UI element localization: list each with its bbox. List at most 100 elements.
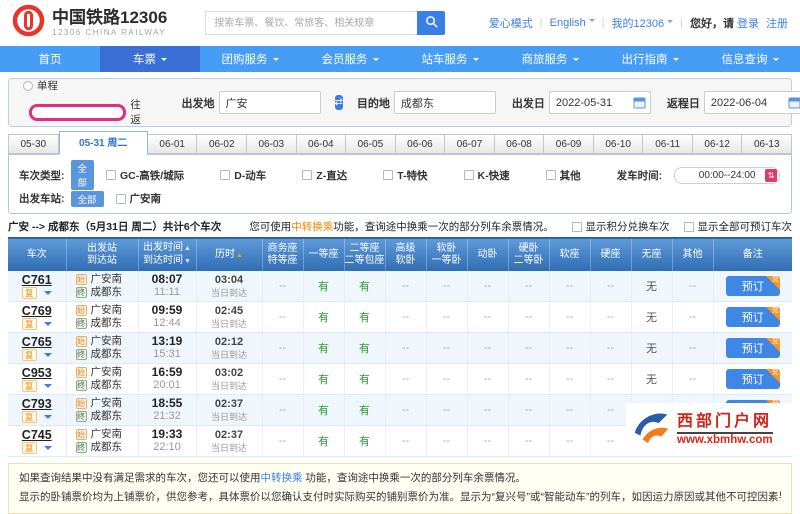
date-tab[interactable]: 05-31 周二 [58,131,148,155]
search-input[interactable] [205,11,418,35]
transfer-link[interactable]: 中转换乘 [261,472,303,484]
date-tab[interactable]: 06-07 [445,134,495,154]
column-header: 高级 软卧 [385,237,427,271]
chevron-down-icon [667,20,674,26]
redeem-corner-label: 兑 [771,369,779,376]
nav-item[interactable]: 会员服务 [300,46,400,72]
seat-availability: -- [672,363,714,395]
nav-item[interactable]: 站车服务 [400,46,500,72]
seat-availability: 有 [344,363,386,395]
expand-caret-icon[interactable] [43,322,52,330]
depart-station-label: 出发车站: [19,193,65,205]
logo[interactable]: 中国铁路12306 12306 CHINA RAILWAY [12,4,167,42]
chevron-down-icon [672,57,679,64]
date-tab[interactable]: 05-30 [8,134,59,154]
my-12306-menu[interactable]: 我的12306 [612,15,674,31]
checkbox-icon [115,193,126,204]
transfer-link[interactable]: 中转换乘 [291,221,333,233]
depart-time-select[interactable]: 00:00--24:00 ⇅ [674,166,781,184]
depart-station-option[interactable]: 广安南 [115,191,161,206]
train-type-option[interactable]: K-快速 [463,168,510,183]
type-all-badge[interactable]: 全部 [70,160,95,190]
train-type-option[interactable]: D-动车 [220,168,266,183]
depart-time-label: 发车时间: [616,169,663,182]
train-type-option[interactable]: 其他 [545,168,581,183]
login-link[interactable]: 登录 [737,15,759,31]
nav-item[interactable]: 商旅服务 [500,46,600,72]
seat-availability: -- [549,332,591,364]
seat-availability: -- [508,394,550,426]
fuxing-badge: 复 [21,380,37,392]
column-header: 其他 [672,237,714,271]
one-way-radio[interactable]: 单程 [23,78,150,93]
display-toggle[interactable]: 显示全部可预订车次 [683,219,792,234]
depart-date-label: 出发日 [511,97,545,110]
redeem-corner-label: 兑 [771,307,779,314]
train-cell: C793 复 [8,394,67,426]
arrive-time: 22:10 [153,441,181,453]
train-number-link[interactable]: C745 [22,428,52,442]
seat-availability: -- [549,425,591,457]
nav-item[interactable]: 首页 [0,46,100,72]
book-button[interactable]: 预订兑 [725,307,780,327]
sort-desc-icon[interactable]: ▼ [184,258,191,265]
train-cell: C769 复 [8,301,67,333]
column-header[interactable]: 出发时间▲ 到达时间▼ [138,237,197,271]
nav-item[interactable]: 信息查询 [700,46,800,72]
start-station-icon: 始 [75,336,87,347]
train-type-option[interactable]: T-特快 [383,168,428,183]
date-tab[interactable]: 06-06 [395,134,446,154]
one-way-label: 单程 [37,80,58,92]
round-trip-radio[interactable]: 往返 [23,97,150,127]
nav-item-label: 车票 [133,54,156,66]
date-tab[interactable]: 06-11 [643,134,693,154]
date-tab[interactable]: 06-12 [692,134,743,154]
train-number-link[interactable]: C761 [22,273,52,287]
train-number-link[interactable]: C793 [22,397,52,411]
book-button[interactable]: 预订兑 [725,276,780,296]
search-button[interactable] [417,11,446,35]
train-type-option[interactable]: GC-高铁/城际 [106,168,184,183]
expand-caret-icon[interactable] [43,384,52,392]
sort-asc-icon[interactable]: ▲ [184,245,191,252]
date-tab[interactable]: 06-01 [147,134,198,154]
date-tab[interactable]: 06-03 [247,134,297,154]
from-station-input[interactable] [218,91,321,114]
train-cell: C765 复 [8,332,67,364]
nav-item[interactable]: 出行指南 [600,46,700,72]
date-tab[interactable]: 06-09 [544,134,594,154]
nav-item[interactable]: 团购服务 [200,46,300,72]
care-mode-link[interactable]: 爱心模式 [489,15,533,31]
swap-stations-icon[interactable]: ⇄ [334,95,343,110]
date-tab[interactable]: 06-13 [742,134,793,154]
expand-caret-icon[interactable] [43,291,52,299]
display-toggle[interactable]: 显示积分兑换车次 [571,219,670,234]
return-date-input[interactable] [703,91,800,114]
station-all-badge[interactable]: 全部 [70,190,104,207]
book-button[interactable]: 预订兑 [725,369,780,389]
date-tab[interactable]: 06-02 [197,134,248,154]
nav-item[interactable]: 车票 [100,46,200,72]
train-number-link[interactable]: C765 [22,335,52,349]
to-station-input[interactable] [393,91,496,114]
sort-asc-icon[interactable]: ▲ [236,252,243,259]
train-type-option[interactable]: Z-直达 [302,168,347,183]
train-number-link[interactable]: C953 [22,366,52,380]
register-link[interactable]: 注册 [766,15,788,31]
expand-caret-icon[interactable] [43,415,52,423]
date-tab[interactable]: 06-08 [494,134,545,154]
expand-caret-icon[interactable] [43,353,52,361]
depart-date-input[interactable] [548,91,651,114]
date-tab[interactable]: 06-10 [593,134,644,154]
train-number-link[interactable]: C769 [22,304,52,318]
seat-availability: -- [549,301,591,333]
seat-availability: -- [590,363,632,395]
column-header[interactable]: 历时▲ [196,237,263,271]
duration: 02:37 [214,428,244,441]
date-tab[interactable]: 06-04 [296,134,347,154]
date-tab[interactable]: 06-05 [346,134,396,154]
book-button[interactable]: 预订兑 [725,338,780,358]
language-menu[interactable]: English [550,17,595,29]
arrive-time: 20:01 [153,379,181,391]
expand-caret-icon[interactable] [43,446,52,454]
